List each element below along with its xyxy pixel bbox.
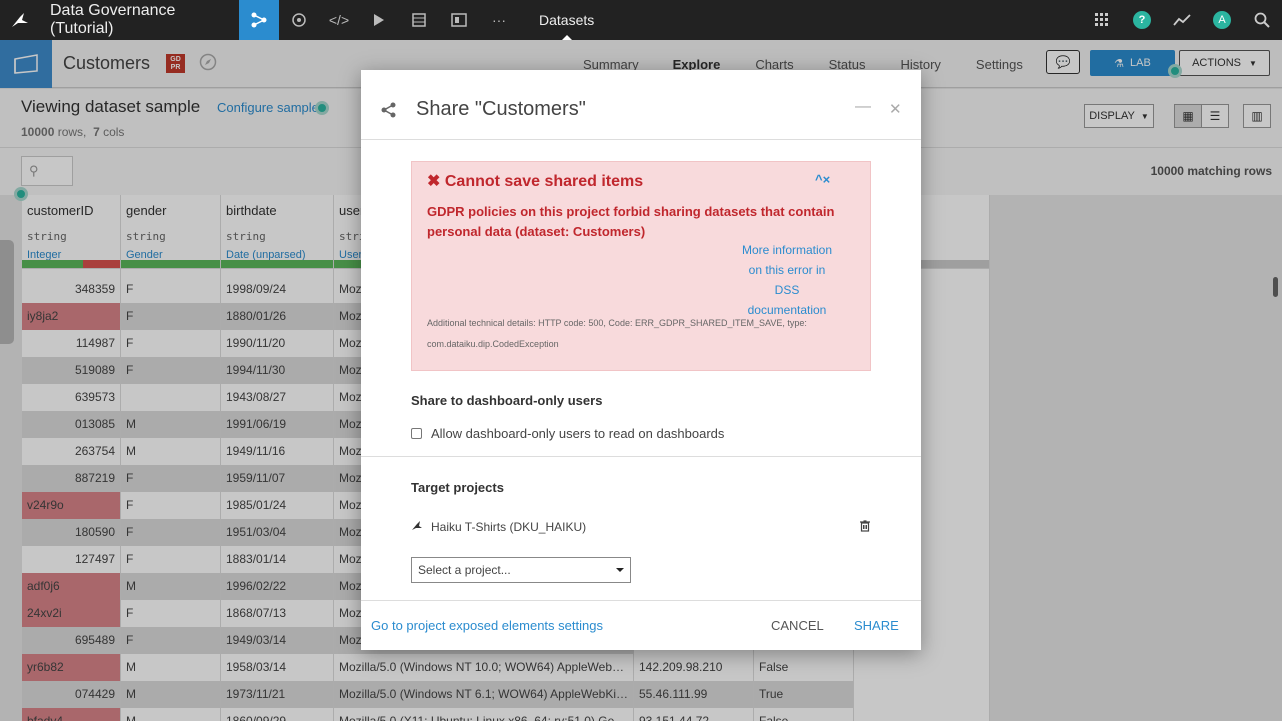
target-section-title: Target projects [411,480,504,495]
share-modal: Share "Customers" — ✕ ✖ Cannot save shar… [361,70,921,650]
more-info-link[interactable]: More information on this error in DSS do… [737,240,837,320]
project-select[interactable]: Select a project... [411,557,631,583]
error-x-icon: ✖ [427,173,441,190]
search-icon[interactable] [1242,0,1282,40]
run-icon[interactable] [359,0,399,40]
trash-icon[interactable] [860,520,870,535]
error-title: ✖ Cannot save shared items [427,173,644,190]
user-avatar[interactable]: A [1202,0,1242,40]
target-project-name: Haiku T-Shirts (DKU_HAIKU) [431,520,587,534]
modal-title: Share "Customers" [416,98,586,120]
cancel-button[interactable]: CANCEL [771,618,824,633]
share-button[interactable]: SHARE [854,618,899,633]
breadcrumb-datasets[interactable]: Datasets [539,0,594,40]
activity-icon[interactable] [1162,0,1202,40]
dss-logo-icon[interactable] [0,0,40,40]
collapse-error-icon[interactable]: ^× [815,172,830,187]
dashboard-checkbox-label: Allow dashboard-only users to read on da… [431,426,725,441]
recipes-icon[interactable] [279,0,319,40]
more-icon[interactable]: ··· [479,0,519,40]
project-name[interactable]: Data Governance (Tutorial) [50,2,239,38]
close-icon[interactable]: ✕ [889,100,902,118]
technical-details: Additional technical details: HTTP code:… [427,318,807,349]
minimize-icon[interactable]: — [855,98,871,116]
project-bird-icon [411,520,423,534]
share-icon [381,102,397,121]
code-icon[interactable]: </> [319,0,359,40]
exposed-elements-settings-link[interactable]: Go to project exposed elements settings [371,618,603,633]
dashboard-checkbox[interactable] [411,428,422,439]
notebook-icon[interactable] [399,0,439,40]
modal-header: Share "Customers" — ✕ [361,70,921,140]
dashboard-checkbox-row[interactable]: Allow dashboard-only users to read on da… [411,426,724,441]
error-message: GDPR policies on this project forbid sha… [427,204,835,239]
caret-down-icon [616,568,624,576]
dashboard-section-title: Share to dashboard-only users [411,393,603,408]
flow-icon[interactable] [239,0,279,40]
error-box: ✖ Cannot save shared items ^× GDPR polic… [411,161,871,371]
top-navbar: Data Governance (Tutorial) </> ··· Datas… [0,0,1282,40]
target-project-item: Haiku T-Shirts (DKU_HAIKU) [411,520,586,534]
help-icon[interactable]: ? [1122,0,1162,40]
modal-footer: Go to project exposed elements settings … [361,600,921,650]
divider [361,456,921,457]
dashboard-icon[interactable] [439,0,479,40]
apps-grid-icon[interactable] [1082,0,1122,40]
